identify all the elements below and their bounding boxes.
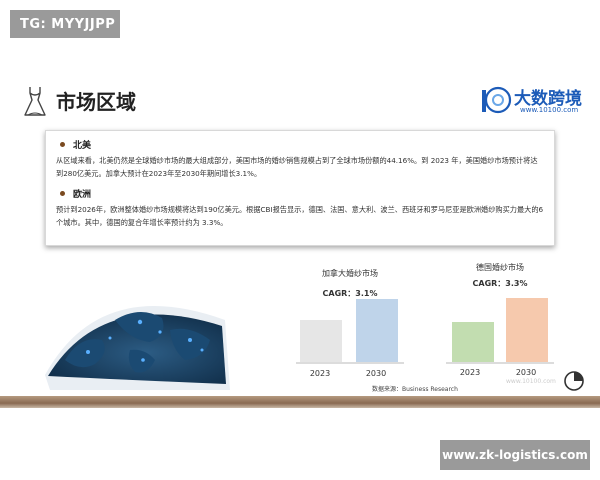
- canada-market-chart: 加拿大婚纱市场 CAGR：3.1% 2023 2030: [290, 268, 410, 384]
- bar-2023: [452, 322, 494, 362]
- data-source-note: 数据来源：Business Research: [372, 386, 458, 393]
- bullet-icon: [60, 141, 65, 147]
- chart-baseline: [296, 362, 404, 364]
- watermark-mid: www.10100.com: [506, 378, 556, 385]
- region-text-card: 北美 从区域来看，北美仍然是全球婚纱市场的最大组成部分，美国市场的婚纱销售规模占…: [45, 130, 555, 246]
- section-heading-text: 欧洲: [73, 189, 92, 200]
- logo-mark-icon: [482, 86, 512, 114]
- year-label: 2023: [309, 369, 331, 378]
- section-body: 预计到2026年，欧洲整体婚纱市场规模将达到190亿美元。根据CBI报告显示，德…: [56, 205, 544, 227]
- world-globe-image: [45, 306, 230, 390]
- year-label: 2030: [365, 369, 387, 378]
- logo-url: www.10100.com: [520, 106, 579, 114]
- bar-2030: [506, 298, 548, 362]
- chart-title: 德国婚纱市场: [476, 263, 524, 272]
- page-title: 市场区域: [56, 90, 136, 114]
- watermark-tag-top: TG: MYYJJPP: [10, 10, 120, 38]
- pie-chart-icon: [564, 371, 584, 391]
- bottom-decorative-band: [0, 396, 600, 408]
- wedding-dress-icon: [24, 87, 46, 116]
- bar-2023: [300, 320, 342, 362]
- slide-header: 市场区域 大数跨境 www.10100.com: [10, 82, 590, 122]
- germany-market-chart: 德国婚纱市场 CAGR：3.3% 2023 2030: [440, 258, 560, 384]
- watermark-text: www.zk-logistics.com: [442, 448, 588, 462]
- chart-baseline: [446, 362, 554, 364]
- watermark-text: TG: MYYJJPP: [20, 16, 116, 32]
- bullet-icon: [60, 190, 65, 196]
- section-body: 从区域来看，北美仍然是全球婚纱市场的最大组成部分，美国市场的婚纱销售规模占到了全…: [56, 156, 538, 178]
- brand-logo: 大数跨境 www.10100.com: [480, 82, 590, 122]
- section-north-america: 北美 从区域来看，北美仍然是全球婚纱市场的最大组成部分，美国市场的婚纱销售规模占…: [56, 137, 544, 180]
- chart-cagr: CAGR：3.1%: [322, 289, 378, 298]
- year-label: 2023: [459, 368, 481, 377]
- section-europe: 欧洲 预计到2026年，欧洲整体婚纱市场规模将达到190亿美元。根据CBI报告显…: [56, 186, 544, 229]
- chart-cagr: CAGR：3.3%: [472, 279, 528, 288]
- chart-title: 加拿大婚纱市场: [322, 269, 378, 278]
- section-heading: 欧洲: [56, 186, 544, 200]
- section-heading: 北美: [56, 137, 544, 151]
- bar-2030: [356, 299, 398, 362]
- watermark-tag-bottom: www.zk-logistics.com: [440, 440, 590, 470]
- section-heading-text: 北美: [73, 140, 92, 151]
- year-label: 2030: [515, 368, 537, 377]
